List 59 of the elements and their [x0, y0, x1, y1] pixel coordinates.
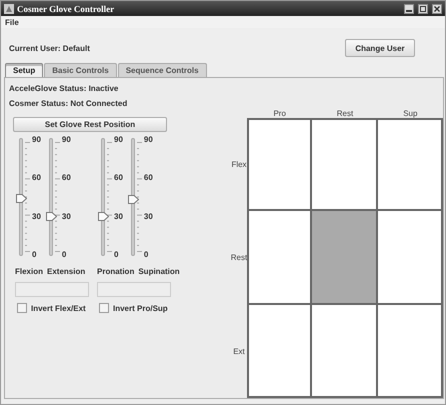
slider-label: Extension	[47, 267, 86, 276]
app-icon	[4, 4, 14, 14]
close-icon[interactable]	[432, 4, 442, 14]
grid-cell[interactable]	[378, 211, 443, 305]
grid-cell[interactable]	[247, 211, 312, 305]
checkbox[interactable]	[99, 303, 109, 313]
slider-thumb[interactable]	[128, 195, 139, 204]
column-header: Sup	[402, 108, 418, 118]
slider-thumb[interactable]	[46, 212, 57, 221]
tick-label: 30	[62, 212, 71, 221]
menu-item[interactable]: File	[5, 18, 19, 26]
set-rest-position-button[interactable]: Set Glove Rest Position	[13, 117, 167, 132]
value-field[interactable]	[15, 282, 89, 297]
tick-label: 60	[144, 173, 153, 182]
tick-label: 90	[32, 135, 41, 144]
checkbox-label: Invert Flex/Ext	[31, 304, 86, 312]
window-title: Cosmer Glove Controller	[17, 4, 114, 14]
tick-label: 0	[144, 250, 150, 259]
tick-label: 30	[114, 212, 123, 221]
slider-label: Supination	[138, 267, 180, 276]
checkbox-label: Invert Pro/Sup	[113, 304, 168, 312]
row-header: Ext	[232, 346, 246, 358]
maximize-icon[interactable]	[418, 4, 428, 14]
tick-label: 30	[144, 212, 153, 221]
minimize-icon[interactable]	[404, 4, 414, 14]
grid-cell[interactable]	[247, 304, 312, 398]
row-header: Rest	[231, 252, 247, 264]
row-header: Flex	[231, 159, 247, 172]
tick-label: 30	[32, 212, 41, 221]
slider-label: Flexion	[15, 267, 44, 276]
value-field[interactable]	[97, 282, 171, 297]
slider-thumb[interactable]	[98, 212, 109, 221]
tick-label: 0	[32, 250, 38, 259]
grid-cell[interactable]	[247, 118, 312, 212]
tick-label: 90	[144, 135, 153, 144]
slider-thumb[interactable]	[16, 194, 27, 203]
current-user-label: Current User: Default	[9, 44, 90, 52]
tick-label: 0	[114, 250, 120, 259]
tick-label: 60	[114, 173, 123, 182]
tab[interactable]: Sequence Controls	[118, 63, 207, 77]
tab[interactable]: Basic Controls	[44, 63, 117, 77]
column-header: Pro	[272, 108, 287, 118]
grid-cell[interactable]	[312, 211, 378, 305]
status-label: AcceleGlove Status: Inactive	[9, 84, 120, 93]
tick-label: 0	[62, 250, 68, 259]
grid-cell[interactable]	[312, 304, 378, 398]
tick-label: 60	[32, 173, 41, 182]
tick-label: 60	[62, 173, 71, 182]
tick-label: 90	[114, 135, 123, 144]
status-label: Cosmer Status: Not Connected	[9, 99, 128, 108]
tick-label: 90	[62, 135, 71, 144]
grid-cell[interactable]	[378, 304, 443, 398]
change-user-button[interactable]: Change User	[345, 39, 415, 57]
tab[interactable]: Setup	[5, 63, 44, 77]
column-header: Rest	[336, 108, 354, 118]
grid-cell[interactable]	[378, 118, 443, 212]
grid-cell[interactable]	[312, 118, 378, 212]
slider-label: Pronation	[97, 267, 134, 276]
checkbox[interactable]	[17, 303, 27, 313]
